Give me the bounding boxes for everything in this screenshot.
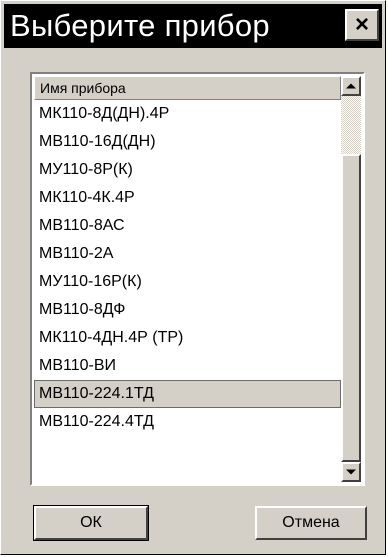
list-item[interactable]: МВ110-16Д(ДН) — [34, 128, 341, 156]
list-item-selected[interactable]: МВ110-224.1ТД — [34, 380, 341, 408]
arrow-up-icon — [346, 83, 356, 89]
list-item[interactable]: МВ110-ВИ — [34, 352, 341, 380]
list-item[interactable]: МК110-4К.4Р — [34, 184, 341, 212]
list-item[interactable]: МВ110-8АС — [34, 212, 341, 240]
list-item[interactable]: МК110-8Д(ДН).4Р — [34, 100, 341, 128]
list-item[interactable]: МУ110-8Р(К) — [34, 156, 341, 184]
title-bar[interactable]: Выберите прибор × — [4, 4, 382, 48]
list-item[interactable]: МВ110-2А — [34, 240, 341, 268]
scrollbar-thumb[interactable] — [341, 154, 361, 462]
device-list: Имя прибора МК110-8Д(ДН).4Р МВ110-16Д(ДН… — [34, 76, 341, 482]
cancel-button[interactable]: Отмена — [255, 506, 367, 540]
device-listbox[interactable]: Имя прибора МК110-8Д(ДН).4Р МВ110-16Д(ДН… — [30, 72, 365, 486]
vertical-scrollbar[interactable] — [341, 76, 361, 482]
close-button[interactable]: × — [345, 9, 379, 41]
ok-button[interactable]: ОК — [33, 505, 149, 541]
list-item[interactable]: МК110-4ДН.4Р (ТР) — [34, 324, 341, 352]
scroll-down-button[interactable] — [341, 462, 361, 482]
list-item[interactable]: МУ110-16Р(К) — [34, 268, 341, 296]
column-header-device-name[interactable]: Имя прибора — [34, 76, 341, 100]
arrow-down-icon — [346, 469, 356, 475]
list-item[interactable]: МВ110-8ДФ — [34, 296, 341, 324]
close-icon: × — [354, 11, 369, 38]
select-device-dialog: Выберите прибор × Имя прибора МК110-8Д(Д… — [0, 0, 386, 555]
dialog-title: Выберите прибор — [10, 8, 270, 43]
list-item[interactable]: МВ110-224.4ТД — [34, 408, 341, 436]
scroll-up-button[interactable] — [341, 76, 361, 96]
